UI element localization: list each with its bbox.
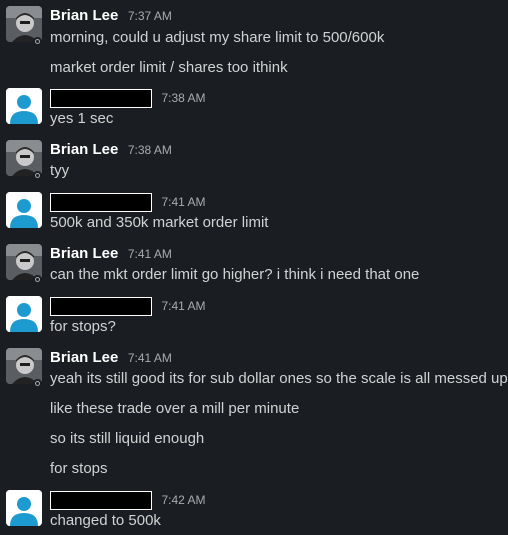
message-text: for stops? [50,318,116,335]
message-text: morning, could u adjust my share limit t… [50,29,385,46]
default-person-avatar-icon [6,490,42,526]
presence-icon [33,275,42,284]
message-text: market order limit / shares too ithink [50,59,288,76]
timestamp[interactable]: 7:37 AM [128,6,172,26]
timestamp[interactable]: 7:41 AM [128,348,172,368]
message-text: changed to 500k [50,512,161,529]
user-avatar[interactable] [6,490,42,526]
author-name[interactable]: Brian Lee [50,244,118,264]
author-name[interactable]: Brian Lee [50,6,118,26]
message-text: yeah its still good its for sub dollar o… [50,370,508,387]
timestamp[interactable]: 7:41 AM [128,244,172,264]
presence-icon [33,171,42,180]
presence-icon [33,379,42,388]
timestamp[interactable]: 7:41 AM [161,192,205,212]
user-avatar[interactable] [6,296,42,332]
redacted-author-name [50,89,152,108]
author-name[interactable]: Brian Lee [50,140,118,160]
timestamp[interactable]: 7:42 AM [161,490,205,510]
message-text: can the mkt order limit go higher? i thi… [50,266,420,283]
redacted-author-name [50,491,152,510]
default-person-avatar-icon [6,192,42,228]
timestamp[interactable]: 7:38 AM [161,88,205,108]
timestamp[interactable]: 7:38 AM [128,140,172,160]
presence-icon [33,37,42,46]
redacted-author-name [50,193,152,212]
message-text: like these trade over a mill per minute [50,400,300,417]
redacted-author-name [50,297,152,316]
message-text: 500k and 350k market order limit [50,214,269,231]
user-avatar[interactable] [6,192,42,228]
message-text: so its still liquid enough [50,430,205,447]
timestamp[interactable]: 7:41 AM [161,296,205,316]
message-text: yes 1 sec [50,110,114,127]
message-text: tyy [50,162,70,179]
author-name[interactable]: Brian Lee [50,348,118,368]
default-person-avatar-icon [6,88,42,124]
user-avatar[interactable] [6,88,42,124]
default-person-avatar-icon [6,296,42,332]
message-text: for stops [50,460,108,477]
